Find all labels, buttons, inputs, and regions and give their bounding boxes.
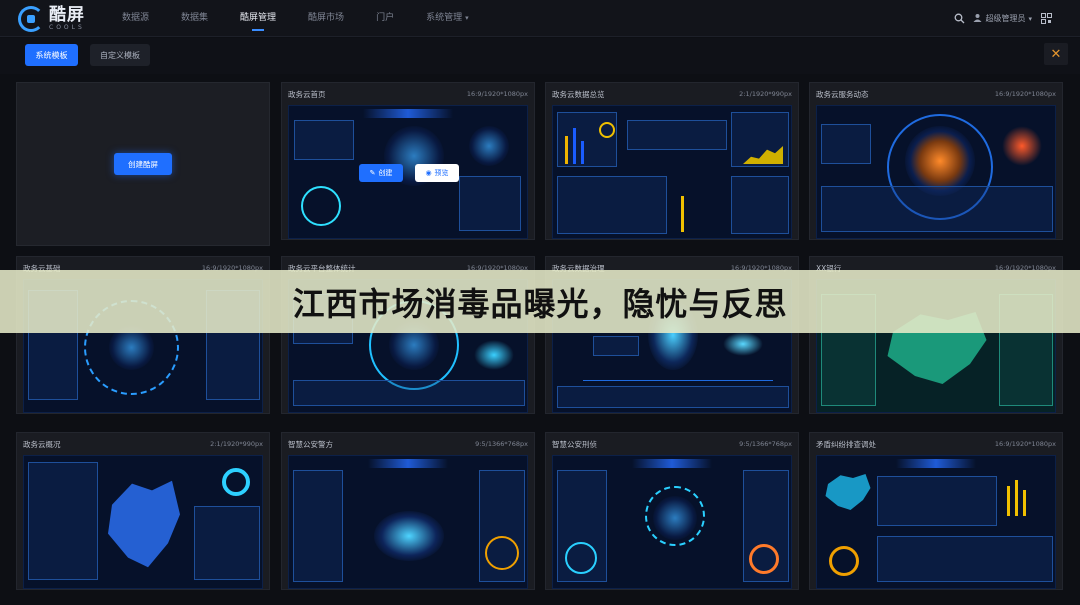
create-from-template-button[interactable]: ✎ 创建 [359, 164, 403, 182]
main-nav: 数据源 数据集 酷屏管理 酷屏市场 门户 系统管理 ▾ [106, 0, 485, 37]
card-spec: 16:9/1920*1080px [994, 90, 1056, 98]
user-menu[interactable]: 超级管理员 ▾ [973, 13, 1032, 24]
card-title: 政务云首页 [288, 89, 326, 99]
nav-item-portal[interactable]: 门户 [360, 0, 410, 37]
new-screen-card[interactable]: 创建酷屏 [16, 82, 270, 246]
card-spec: 16:9/1920*1080px [994, 440, 1056, 448]
user-icon [973, 13, 982, 24]
template-thumbnail [816, 105, 1056, 239]
template-thumbnail [552, 455, 792, 589]
tab-custom-templates[interactable]: 自定义模板 [90, 44, 150, 66]
headline-banner: 江西市场消毒品曝光，隐忧与反思 [0, 270, 1080, 333]
card-title: 智慧公安刑侦 [552, 439, 597, 449]
card-spec: 9:5/1366*768px [475, 440, 528, 448]
eye-icon: ◉ [425, 169, 432, 177]
card-title: 政务云数据总览 [552, 89, 605, 99]
close-icon[interactable]: ✕ [1044, 43, 1068, 65]
top-navbar: 酷屏 COOLS 数据源 数据集 酷屏管理 酷屏市场 门户 系统管理 ▾ 超级管理… [0, 0, 1080, 37]
edit-icon: ✎ [369, 169, 376, 177]
nav-item-dataset[interactable]: 数据集 [165, 0, 224, 37]
card-title: 矛盾纠纷排查调处 [816, 439, 876, 449]
template-card[interactable]: 政务云概况 2:1/1920*990px [16, 432, 270, 590]
nav-item-system-management[interactable]: 系统管理 ▾ [410, 0, 485, 37]
card-spec: 9:5/1366*768px [739, 440, 792, 448]
template-card[interactable]: 政务云数据总览 2:1/1920*990px [545, 82, 799, 240]
template-card[interactable]: 智慧公安刑侦 9:5/1366*768px [545, 432, 799, 590]
nav-item-datasource[interactable]: 数据源 [106, 0, 165, 37]
headline-text: 江西市场消毒品曝光，隐忧与反思 [292, 284, 788, 323]
card-spec: 2:1/1920*990px [210, 440, 263, 448]
logo-subtext: COOLS [49, 24, 85, 31]
qrcode-icon[interactable] [1040, 13, 1052, 25]
card-title: 政务云服务动态 [816, 89, 869, 99]
logo-icon [18, 6, 44, 32]
preview-template-button[interactable]: ◉ 预览 [415, 164, 459, 182]
card-spec: 2:1/1920*990px [739, 90, 792, 98]
logo-name: 酷屏 [49, 5, 85, 25]
template-card[interactable]: 智慧公安警方 9:5/1366*768px [281, 432, 535, 590]
nav-item-screen-management[interactable]: 酷屏管理 [224, 0, 292, 37]
template-thumbnail [816, 455, 1056, 589]
chevron-down-icon: ▾ [1028, 14, 1032, 23]
create-screen-button[interactable]: 创建酷屏 [114, 153, 172, 175]
search-icon[interactable] [953, 13, 965, 25]
card-spec: 16:9/1920*1080px [466, 90, 528, 98]
template-card[interactable]: 矛盾纠纷排查调处 16:9/1920*1080px [809, 432, 1063, 590]
nav-item-screen-market[interactable]: 酷屏市场 [292, 0, 360, 37]
tab-system-templates[interactable]: 系统模板 [25, 44, 78, 66]
template-toolbar [0, 38, 1080, 74]
template-thumbnail: ✎ 创建 ◉ 预览 [288, 105, 528, 239]
template-thumbnail [552, 105, 792, 239]
card-title: 智慧公安警方 [288, 439, 333, 449]
card-title: 政务云概况 [23, 439, 61, 449]
chevron-down-icon: ▾ [465, 14, 469, 22]
template-thumbnail [288, 455, 528, 589]
logo[interactable]: 酷屏 COOLS [18, 6, 85, 32]
user-name: 超级管理员 [985, 14, 1026, 23]
template-card[interactable]: 政务云服务动态 16:9/1920*1080px [809, 82, 1063, 240]
template-thumbnail [23, 455, 263, 589]
template-card[interactable]: 政务云首页 16:9/1920*1080px ✎ 创建 ◉ 预览 [281, 82, 535, 240]
top-right-tools: 超级管理员 ▾ [953, 0, 1052, 37]
